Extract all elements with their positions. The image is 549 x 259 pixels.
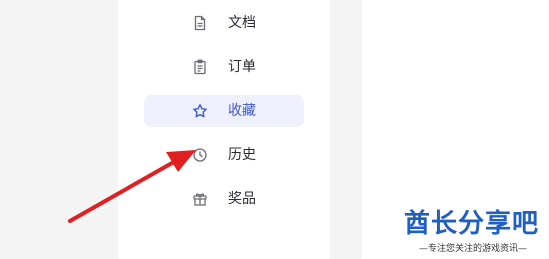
gift-icon	[192, 191, 208, 207]
menu-item-documents[interactable]: 文档	[144, 7, 304, 39]
panel-gap	[330, 0, 362, 259]
left-background	[0, 0, 118, 259]
menu-item-label: 收藏	[228, 103, 256, 119]
menu-item-prizes[interactable]: 奖品	[144, 183, 304, 215]
watermark-subtitle: —专注您关注的游戏资讯—	[418, 244, 527, 254]
side-menu-panel: 文档 订单 收藏 历史 奖品	[118, 0, 330, 259]
menu-item-label: 文档	[228, 15, 256, 31]
menu-item-orders[interactable]: 订单	[144, 51, 304, 83]
order-clipboard-icon	[192, 59, 208, 75]
menu-item-label: 订单	[228, 59, 256, 75]
menu-item-history[interactable]: 历史	[144, 139, 304, 171]
menu-item-label: 奖品	[228, 191, 256, 207]
menu-item-label: 历史	[228, 147, 256, 163]
clock-history-icon	[192, 147, 208, 163]
star-icon	[192, 103, 208, 119]
watermark-logo: 酋长分享吧 —专注您关注的游戏资讯—	[398, 205, 548, 259]
document-icon	[192, 15, 208, 31]
menu-item-favorites[interactable]: 收藏	[144, 95, 304, 127]
watermark-title: 酋长分享吧	[404, 209, 540, 239]
